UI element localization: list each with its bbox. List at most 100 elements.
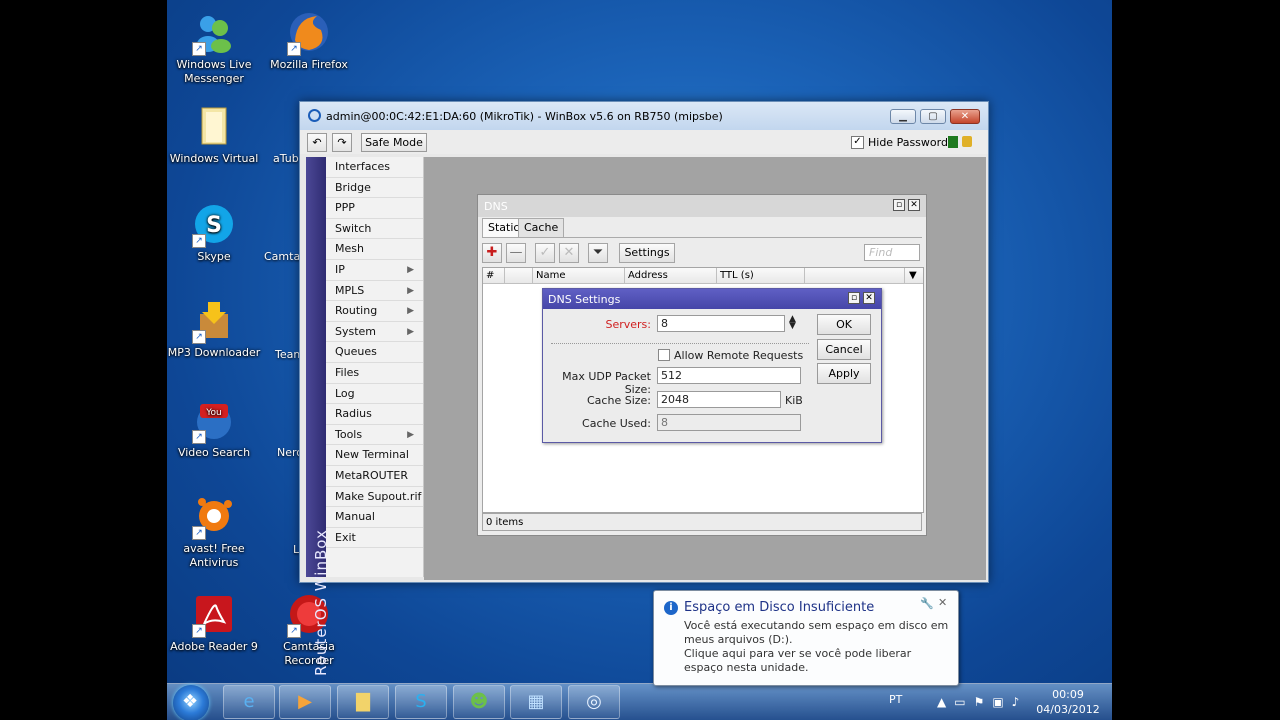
max-udp-input[interactable]: 512 <box>657 367 801 384</box>
ok-button[interactable]: OK <box>817 314 871 335</box>
column-header-ttl[interactable]: TTL (s) <box>717 268 805 284</box>
notification-close-button[interactable]: ✕ <box>938 596 947 609</box>
settings-button[interactable]: Settings <box>619 243 675 263</box>
column-header-address[interactable]: Address <box>625 268 717 284</box>
menu-item-metarouter[interactable]: MetaROUTER <box>326 466 423 487</box>
column-header-flags[interactable] <box>505 268 533 284</box>
maximize-button[interactable]: ▢ <box>920 109 946 124</box>
menu-item-radius[interactable]: Radius <box>326 404 423 425</box>
cancel-button[interactable]: Cancel <box>817 339 871 360</box>
menu-item-tools[interactable]: Tools ▶ <box>326 425 423 446</box>
taskbar-media-player-button[interactable]: ▶ <box>279 685 331 719</box>
column-chooser-button[interactable]: ▼ <box>905 268 923 284</box>
winbox-icon: ◎ <box>586 691 602 712</box>
desktop-icon-label: Windows Live Messenger <box>176 58 252 85</box>
servers-input[interactable]: 8 <box>657 315 785 332</box>
skype-icon: S ↗ <box>192 202 236 248</box>
clock-date: 04/03/2012 <box>1036 703 1100 716</box>
hide-passwords-checkbox[interactable]: ✓ <box>851 136 864 149</box>
menu-item-log[interactable]: Log <box>326 384 423 405</box>
tray-icons[interactable]: ▲▭⚑▣♪ <box>937 695 1027 709</box>
servers-stepper[interactable]: ▲ ▼ <box>789 315 796 331</box>
notification-title: Espaço em Disco Insuficiente <box>684 600 875 615</box>
cache-used-label: Cache Used: <box>582 417 651 430</box>
find-input[interactable]: Find <box>864 244 920 261</box>
plus-icon: ✚ <box>486 245 498 260</box>
messenger-shortcut[interactable]: ↗ Windows Live Messenger <box>167 10 262 86</box>
menu-item-make-supout[interactable]: Make Supout.rif <box>326 487 423 508</box>
menu-item-mpls[interactable]: MPLS ▶ <box>326 281 423 302</box>
mp3-downloader-shortcut[interactable]: ↗ MP3 Downloader <box>167 298 262 360</box>
media-player-icon: ▶ <box>298 691 312 712</box>
menu-item-new-terminal[interactable]: New Terminal <box>326 445 423 466</box>
column-header-name[interactable]: Name <box>533 268 625 284</box>
avast-icon: ↗ <box>192 494 236 540</box>
menu-item-exit[interactable]: Exit <box>326 528 423 549</box>
atube-shortcut[interactable]: aTub <box>273 152 299 165</box>
cache-size-input[interactable]: 2048 <box>657 391 781 408</box>
dns-settings-close-button[interactable]: ✕ <box>863 292 875 304</box>
notification-body: Você está executando sem espaço em disco… <box>684 619 952 675</box>
safe-mode-button[interactable]: Safe Mode <box>361 133 427 152</box>
firefox-shortcut[interactable]: ↗ Mozilla Firefox <box>261 10 357 72</box>
column-header-number[interactable]: # <box>483 268 505 284</box>
winbox-titlebar[interactable]: admin@00:0C:42:E1:DA:60 (MikroTik) - Win… <box>300 102 988 130</box>
dns-titlebar[interactable]: DNS ▫ ✕ <box>478 195 926 217</box>
skype-shortcut[interactable]: S ↗ Skype <box>167 202 262 264</box>
menu-item-system[interactable]: System ▶ <box>326 322 423 343</box>
clock[interactable]: 00:09 04/03/2012 <box>1033 687 1103 717</box>
adobe-reader-shortcut[interactable]: ↗ Adobe Reader 9 <box>167 592 262 654</box>
remove-button[interactable]: — <box>506 243 526 263</box>
tab-cache[interactable]: Cache <box>518 218 565 237</box>
menu-item-interfaces[interactable]: Interfaces <box>326 157 423 178</box>
menu-item-queues[interactable]: Queues <box>326 342 423 363</box>
desktop-icon-label: Mozilla Firefox <box>270 58 348 71</box>
menu-item-bridge[interactable]: Bridge <box>326 178 423 199</box>
undo-button[interactable]: ↶ <box>307 133 327 152</box>
menu-item-mesh[interactable]: Mesh <box>326 239 423 260</box>
filter-button[interactable]: ⏷ <box>588 243 608 263</box>
dns-maximize-button[interactable]: ▫ <box>893 199 905 211</box>
menu-item-routing[interactable]: Routing ▶ <box>326 301 423 322</box>
lock-icon <box>962 136 972 147</box>
taskbar-network-button[interactable]: ▦ <box>510 685 562 719</box>
disable-button[interactable]: ✕ <box>559 243 579 263</box>
desktop-icon-label: MP3 Downloader <box>167 346 261 359</box>
adobe-reader-icon: ↗ <box>192 592 236 638</box>
dns-settings-titlebar[interactable]: DNS Settings ▫ ✕ <box>543 289 881 309</box>
add-button[interactable]: ✚ <box>482 243 502 263</box>
redo-button[interactable]: ↷ <box>332 133 352 152</box>
messenger-icon: ↗ <box>192 10 236 56</box>
menu-item-ip[interactable]: IP ▶ <box>326 260 423 281</box>
menu-item-files[interactable]: Files <box>326 363 423 384</box>
taskbar-messenger-button[interactable]: ☻ <box>453 685 505 719</box>
close-button[interactable]: ✕ <box>950 109 980 124</box>
minimize-button[interactable]: ▁ <box>890 109 916 124</box>
avast-shortcut[interactable]: ↗ avast! Free Antivirus <box>167 494 262 570</box>
windows-virtual-shortcut[interactable]: Windows Virtual <box>167 104 262 166</box>
status-bar: 0 items <box>482 513 922 531</box>
dropdown-arrow-icon: ▼ <box>909 270 917 281</box>
camtasia-shortcut[interactable]: Camta <box>264 250 300 263</box>
enable-button[interactable]: ✓ <box>535 243 555 263</box>
taskbar-ie-button[interactable]: e <box>223 685 275 719</box>
menu-item-manual[interactable]: Manual <box>326 507 423 528</box>
allow-remote-checkbox[interactable] <box>658 349 670 361</box>
camtasia-recorder-shortcut[interactable]: ↗ Camtasia Recorder <box>261 592 357 668</box>
start-button[interactable]: ❖ <box>173 685 209 720</box>
menu-item-ppp[interactable]: PPP <box>326 198 423 219</box>
dns-settings-maximize-button[interactable]: ▫ <box>848 292 860 304</box>
mp3-downloader-icon: ↗ <box>192 298 236 344</box>
video-search-shortcut[interactable]: You ↗ Video Search <box>167 398 262 460</box>
taskbar-skype-button[interactable]: S <box>395 685 447 719</box>
notification-options-icon[interactable]: 🔧 <box>920 597 934 610</box>
taskbar-explorer-button[interactable]: ▇ <box>337 685 389 719</box>
apply-button[interactable]: Apply <box>817 363 871 384</box>
low-disk-notification[interactable]: i Espaço em Disco Insuficiente 🔧 ✕ Você … <box>653 590 959 686</box>
submenu-arrow-icon: ▶ <box>407 429 414 440</box>
winbox-app-icon <box>308 109 321 122</box>
menu-item-switch[interactable]: Switch <box>326 219 423 240</box>
taskbar-winbox-button[interactable]: ◎ <box>568 685 620 719</box>
language-indicator[interactable]: PT <box>889 693 902 706</box>
dns-close-button[interactable]: ✕ <box>908 199 920 211</box>
